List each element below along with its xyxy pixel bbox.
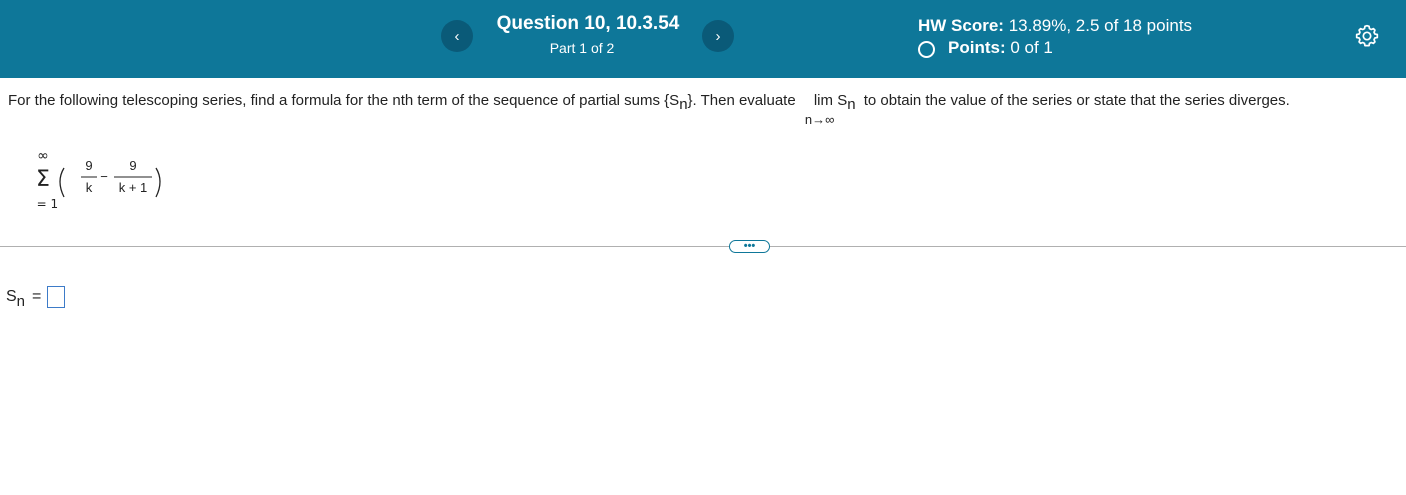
hw-score-label: HW Score: [918, 16, 1004, 35]
part-indicator: Part 1 of 2 [549, 40, 615, 56]
question-title: Question 10, 10.3.54 [496, 13, 680, 34]
answer-input[interactable] [47, 286, 66, 308]
fraction2-numerator: 9 [129, 158, 136, 173]
series-lower-limit: k = 1 [36, 197, 58, 211]
chevron-right-icon: › [715, 27, 721, 45]
hw-score: HW Score: 13.89%, 2.5 of 18 points [918, 16, 1192, 36]
series-expression: ∞ Σ k = 1 9 k − 9 k + 1 [36, 150, 161, 211]
fraction2-denominator: k + 1 [119, 180, 148, 195]
points-status: Points: 0 of 1 [918, 38, 1053, 58]
points-label: Points: [948, 38, 1006, 57]
settings-button[interactable] [1354, 23, 1380, 49]
points-status-circle-icon [918, 40, 935, 58]
question-header: ‹ Question 10, 10.3.54 Part 1 of 2 › HW … [0, 0, 1406, 78]
hw-score-value: 13.89%, 2.5 of 18 points [1003, 16, 1193, 35]
fraction1-denominator: k [86, 180, 93, 195]
fraction1-numerator: 9 [85, 158, 92, 173]
answer-subscript: n [16, 292, 26, 310]
limit-expression: lim Sn n→∞ [804, 92, 856, 127]
left-paren [59, 167, 65, 198]
series-upper-limit: ∞ [37, 150, 49, 164]
previous-question-button[interactable]: ‹ [441, 20, 473, 52]
question-prompt: For the following telescoping series, fi… [8, 92, 1290, 127]
answer-row: Sn = [6, 286, 66, 310]
gear-icon [1355, 24, 1379, 47]
points-value: 0 of 1 [1005, 38, 1053, 57]
answer-equals: = [32, 288, 42, 305]
right-paren [155, 167, 161, 198]
more-options-button[interactable]: ••• [729, 240, 770, 253]
answer-s-label: S [6, 288, 17, 305]
chevron-left-icon: ‹ [454, 27, 460, 45]
sigma-symbol: Σ [36, 167, 50, 192]
next-question-button[interactable]: › [702, 20, 734, 52]
section-divider [0, 246, 1406, 247]
minus-sign: − [100, 169, 108, 184]
